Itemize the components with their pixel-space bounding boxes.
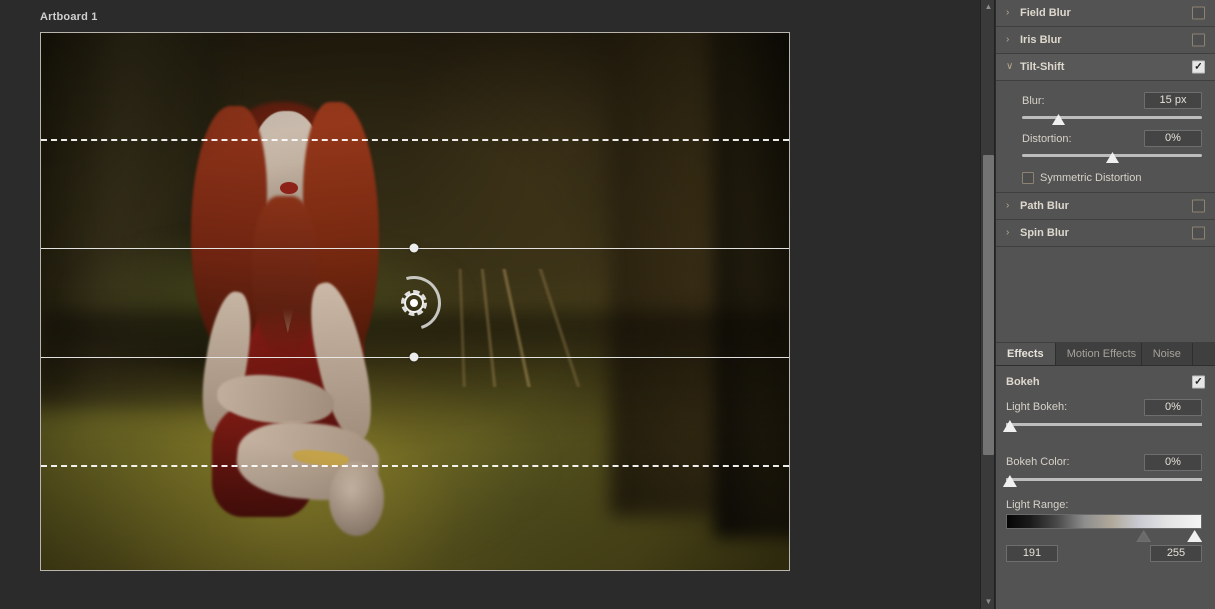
iris-blur-checkbox[interactable] <box>1192 34 1205 47</box>
blur-tool-spin-blur[interactable]: › Spin Blur <box>996 220 1215 247</box>
bokeh-color-label: Bokeh Color: <box>1006 456 1070 468</box>
distortion-slider[interactable] <box>1022 151 1202 165</box>
light-range-label: Light Range: <box>1006 499 1215 511</box>
light-bokeh-label: Light Bokeh: <box>1006 401 1067 413</box>
tab-noise[interactable]: Noise <box>1142 343 1193 365</box>
blur-label: Blur: <box>1022 95 1045 107</box>
artboard-label: Artboard 1 <box>40 11 98 23</box>
blur-value-field[interactable]: 15 px <box>1144 92 1202 109</box>
artboard-image[interactable] <box>40 32 790 571</box>
photoshop-blur-gallery-window: Artboard 1 <box>0 0 1215 609</box>
tilt-shift-checkbox[interactable]: ✓ <box>1192 61 1205 74</box>
bokeh-color-value-field[interactable]: 0% <box>1144 454 1202 471</box>
light-range-values: 191 255 <box>1006 545 1202 562</box>
blur-tools-panel: › Field Blur › Iris Blur ∨ Tilt-Shift ✓ … <box>996 0 1215 609</box>
panel-scrollbar[interactable]: ▲ ▼ <box>980 0 995 609</box>
distortion-value-field[interactable]: 0% <box>1144 130 1202 147</box>
light-bokeh-slider-track[interactable] <box>1006 423 1202 426</box>
scroll-up-arrow-icon[interactable]: ▲ <box>981 0 996 14</box>
tilt-shift-controls: Blur: 15 px Distortion: 0% <box>996 81 1215 193</box>
light-bokeh-control: Light Bokeh: 0% <box>996 392 1215 435</box>
path-blur-checkbox[interactable] <box>1192 200 1205 213</box>
vignette <box>41 33 789 570</box>
symmetric-distortion-label: Symmetric Distortion <box>1040 172 1141 184</box>
chevron-right-icon[interactable]: › <box>1006 201 1020 211</box>
canvas-area[interactable]: Artboard 1 <box>0 0 980 609</box>
blur-tool-path-blur[interactable]: › Path Blur <box>996 193 1215 220</box>
light-bokeh-slider-thumb[interactable] <box>1003 420 1017 432</box>
bokeh-checkbox[interactable]: ✓ <box>1192 376 1205 389</box>
symmetric-distortion-checkbox[interactable] <box>1022 172 1034 184</box>
chevron-down-icon[interactable]: ∨ <box>1006 62 1020 72</box>
blur-tool-iris-blur[interactable]: › Iris Blur <box>996 27 1215 54</box>
blur-tool-label: Tilt-Shift <box>1020 61 1064 73</box>
blur-tool-tilt-shift[interactable]: ∨ Tilt-Shift ✓ <box>996 54 1215 81</box>
light-range-low-field[interactable]: 191 <box>1006 545 1058 562</box>
effects-tabbar: Effects Motion Effects Noise <box>996 343 1215 366</box>
blur-tools-list: › Field Blur › Iris Blur ∨ Tilt-Shift ✓ … <box>996 0 1215 343</box>
light-bokeh-value-field[interactable]: 0% <box>1144 399 1202 416</box>
photo-content <box>41 33 789 570</box>
light-range-gradient-bar[interactable] <box>1006 514 1202 529</box>
blur-tool-field-blur[interactable]: › Field Blur <box>996 0 1215 27</box>
blur-tool-label: Field Blur <box>1020 7 1071 19</box>
tab-effects[interactable]: Effects <box>996 343 1056 365</box>
panel-empty-space <box>996 247 1215 343</box>
bokeh-section-header[interactable]: Bokeh ✓ <box>996 372 1215 392</box>
field-blur-checkbox[interactable] <box>1192 7 1205 20</box>
bokeh-color-control: Bokeh Color: 0% <box>996 447 1215 490</box>
chevron-right-icon[interactable]: › <box>1006 8 1020 18</box>
chevron-right-icon[interactable]: › <box>1006 35 1020 45</box>
chevron-right-icon[interactable]: › <box>1006 228 1020 238</box>
light-range-high-field[interactable]: 255 <box>1150 545 1202 562</box>
bokeh-label: Bokeh <box>1006 376 1040 388</box>
blur-tool-label: Spin Blur <box>1020 227 1069 239</box>
distortion-control: Distortion: 0% <box>996 129 1215 165</box>
scroll-down-arrow-icon[interactable]: ▼ <box>981 595 996 609</box>
blur-slider[interactable] <box>1022 113 1202 127</box>
blur-tool-label: Path Blur <box>1020 200 1069 212</box>
bokeh-color-slider[interactable] <box>1006 475 1202 490</box>
light-range-control[interactable] <box>1006 514 1202 529</box>
blur-tool-label: Iris Blur <box>1020 34 1062 46</box>
scrollbar-thumb[interactable] <box>983 155 994 455</box>
spin-blur-checkbox[interactable] <box>1192 227 1205 240</box>
symmetric-distortion-row[interactable]: Symmetric Distortion <box>996 172 1215 184</box>
light-range-low-thumb[interactable] <box>1136 530 1151 542</box>
tab-motion-effects[interactable]: Motion Effects <box>1056 343 1142 365</box>
effects-panel-body: Bokeh ✓ Light Bokeh: 0% Bokeh Color: 0% <box>996 366 1215 562</box>
bokeh-color-slider-thumb[interactable] <box>1003 475 1017 487</box>
bokeh-color-slider-track[interactable] <box>1006 478 1202 481</box>
light-bokeh-slider[interactable] <box>1006 420 1202 435</box>
blur-control: Blur: 15 px <box>996 91 1215 127</box>
blur-slider-track[interactable] <box>1022 116 1202 119</box>
light-range-high-thumb[interactable] <box>1187 530 1202 542</box>
distortion-label: Distortion: <box>1022 133 1072 145</box>
